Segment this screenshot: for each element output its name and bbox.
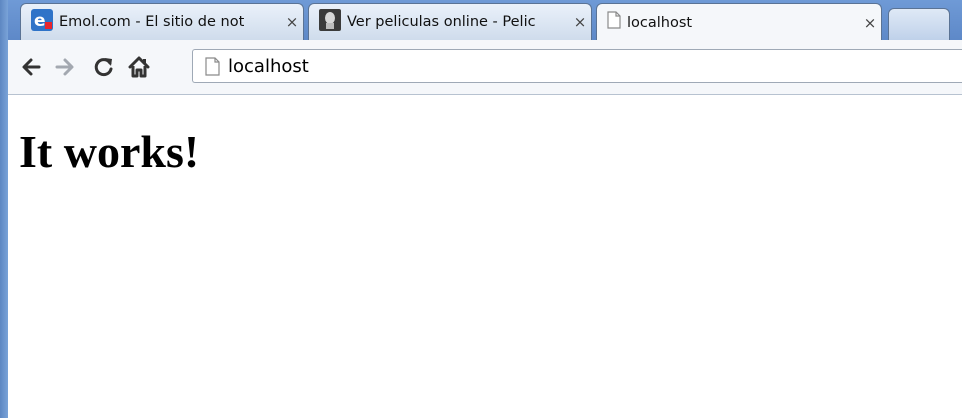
back-arrow-icon (22, 58, 41, 76)
reload-icon (94, 58, 113, 77)
page-icon (607, 11, 621, 34)
tab-close-icon[interactable]: × (281, 13, 303, 31)
forward-button[interactable] (52, 54, 78, 80)
tab-emol[interactable]: e Emol.com - El sitio de not × (20, 3, 304, 40)
forward-arrow-icon (55, 58, 74, 76)
address-input[interactable] (228, 55, 928, 77)
tab-title: localhost (627, 14, 693, 31)
new-tab-button[interactable] (888, 8, 950, 40)
tab-title: Emol.com - El sitio de not (59, 14, 245, 30)
tab-localhost[interactable]: localhost × (596, 3, 882, 41)
reload-button[interactable] (91, 54, 117, 80)
emol-logo-icon: e (31, 8, 53, 36)
back-button[interactable] (18, 54, 44, 80)
window-frame-left (0, 0, 8, 418)
svg-text:e: e (34, 11, 46, 31)
tab-close-icon[interactable]: × (859, 14, 881, 32)
tab-title: Ver peliculas online - Pelic (347, 14, 536, 30)
page-content: It works! (8, 95, 962, 418)
tab-peliculas[interactable]: Ver peliculas online - Pelic × (308, 3, 592, 40)
home-icon (128, 56, 150, 78)
tab-close-icon[interactable]: × (569, 13, 591, 31)
movie-site-icon (319, 8, 341, 36)
page-icon (205, 56, 220, 76)
address-bar[interactable] (192, 49, 962, 83)
page-heading: It works! (19, 126, 200, 177)
home-button[interactable] (126, 54, 152, 80)
toolbar (8, 40, 962, 95)
